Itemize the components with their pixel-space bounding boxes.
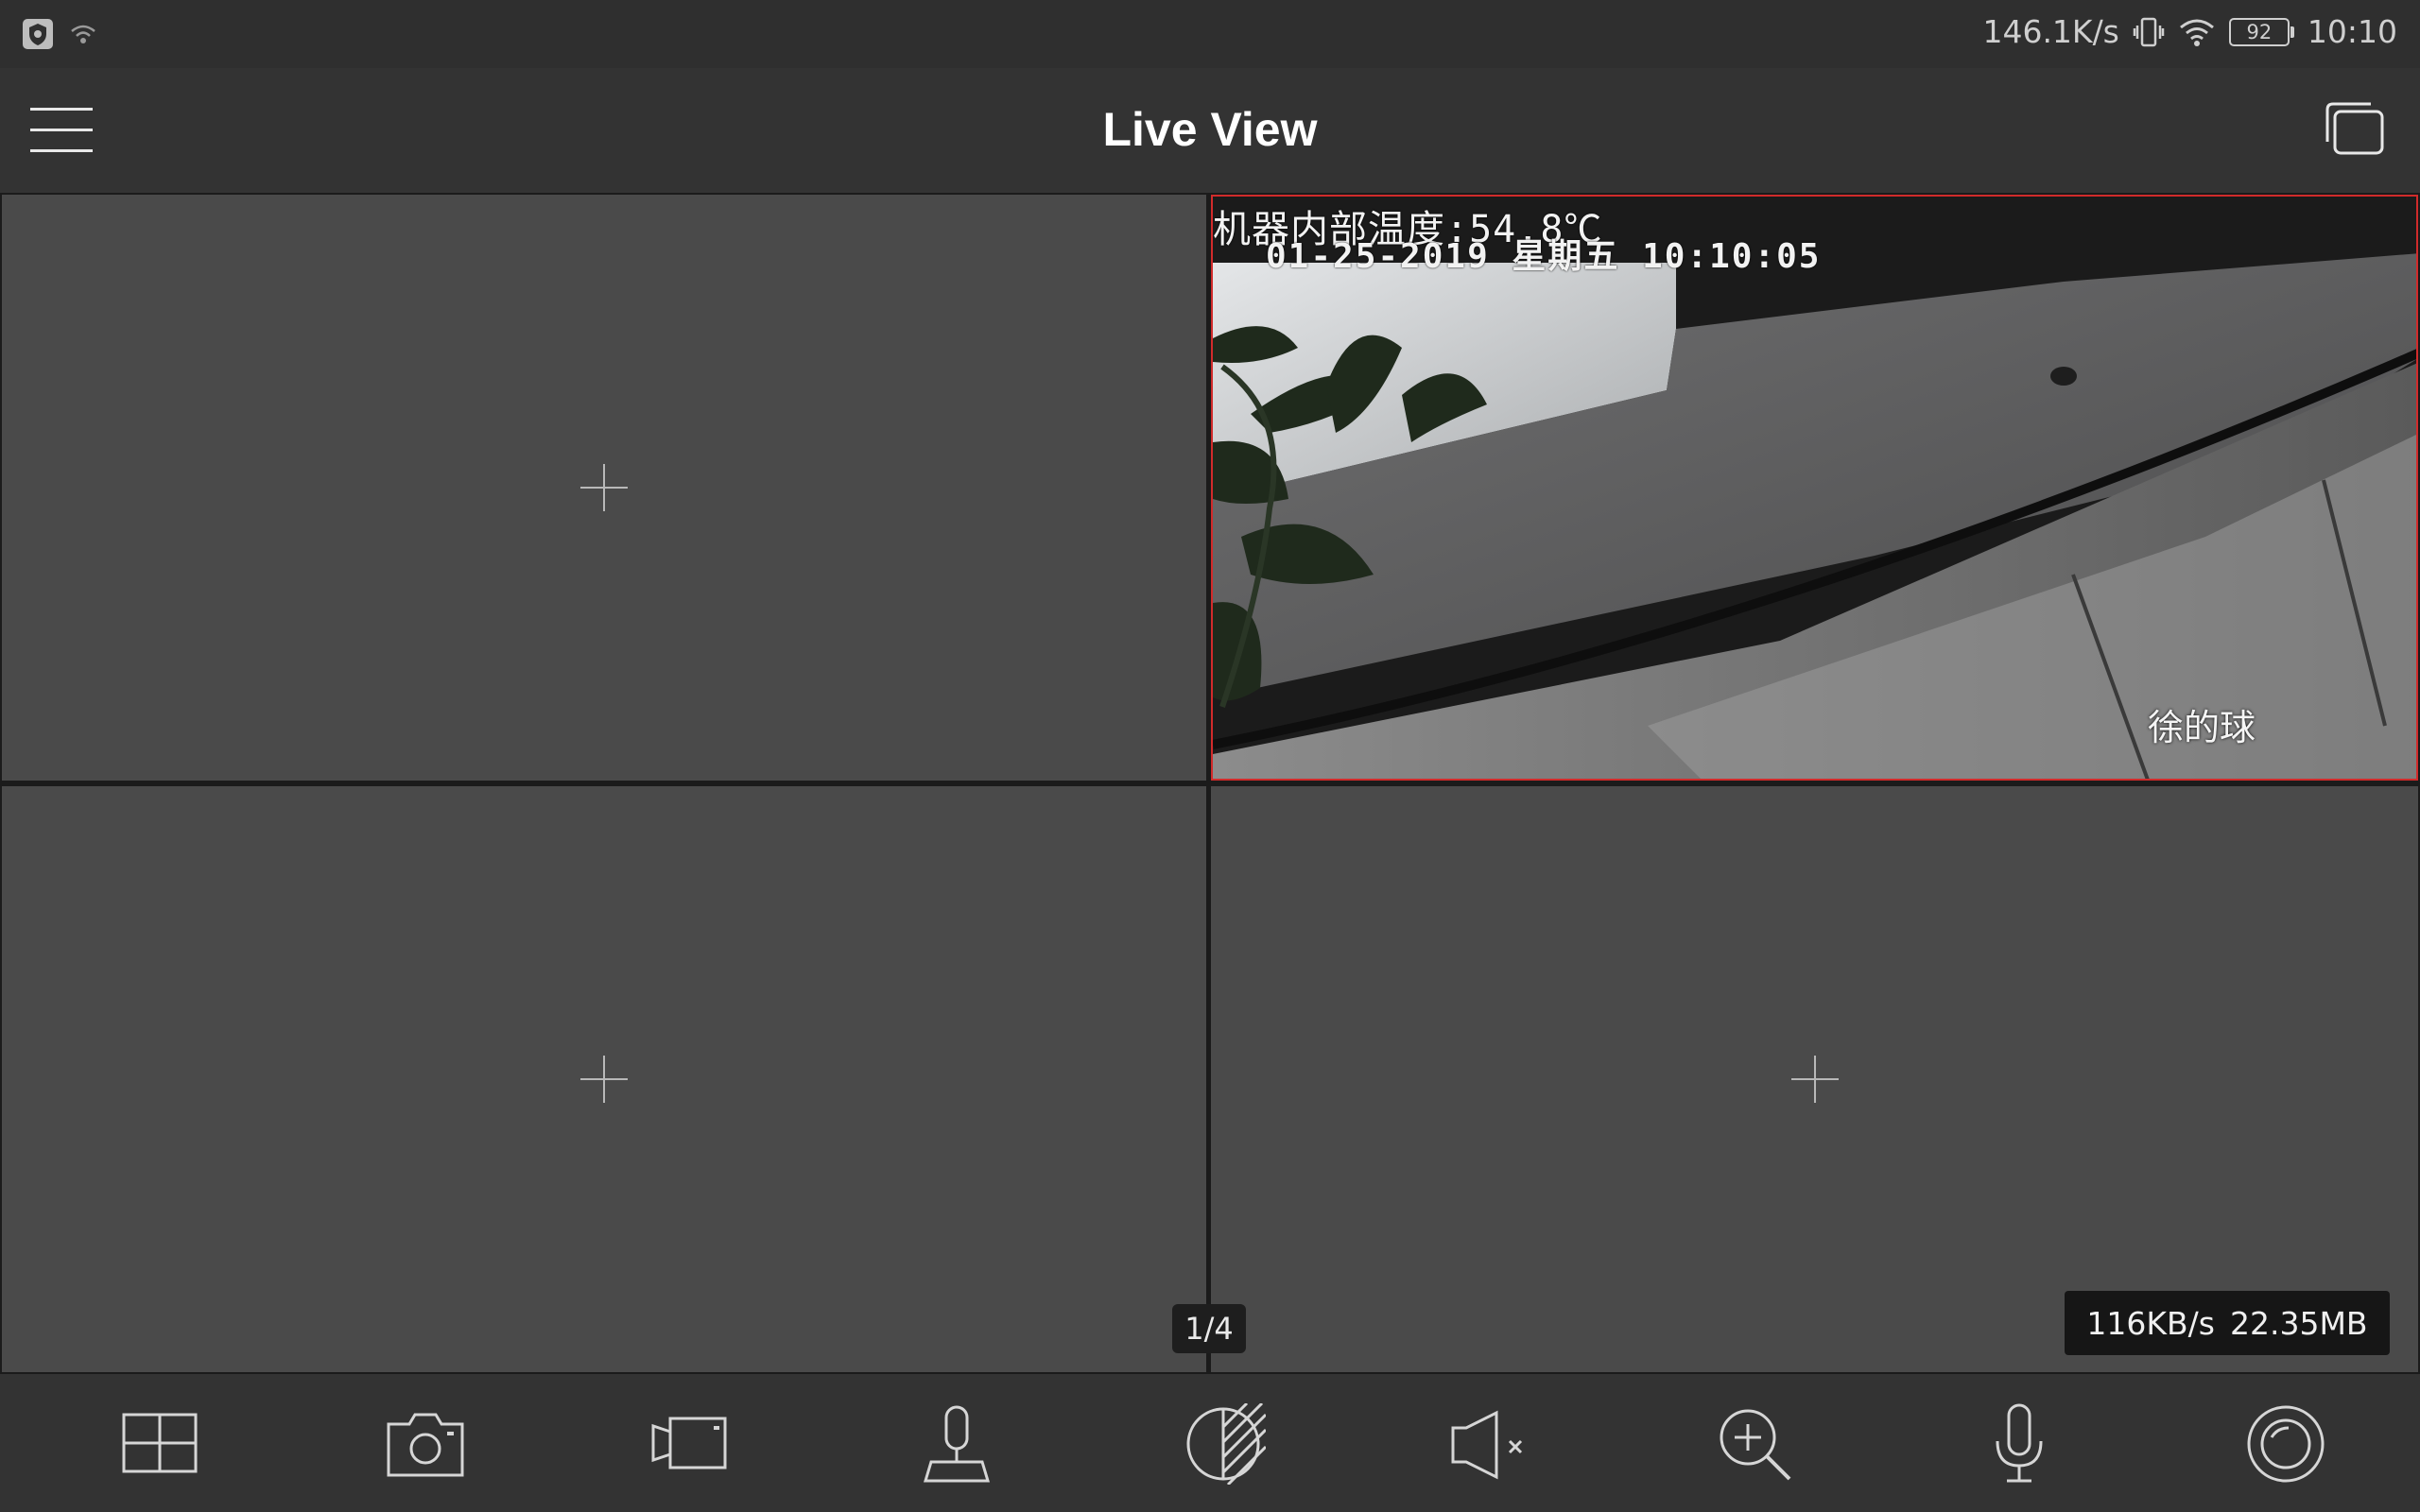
window-switch-button[interactable] (2322, 98, 2388, 159)
app-bar: Live View (0, 68, 2420, 193)
digital-zoom-button[interactable] (1709, 1402, 1800, 1486)
snapshot-camera-icon (387, 1413, 464, 1477)
data-total: 22.35MB (2229, 1304, 2368, 1342)
vibrate-icon (2133, 17, 2165, 46)
fisheye-icon (2247, 1405, 2325, 1483)
view-pane-4[interactable] (1211, 786, 2418, 1372)
view-pane-3[interactable] (2, 786, 1206, 1372)
battery-icon: 92 (2228, 17, 2294, 46)
stream-stats: 116KB/s 22.35MB (2065, 1291, 2390, 1355)
two-way-talk-microphone-icon (1996, 1403, 2043, 1483)
osd-datetime: 01-25-2019 星期五 10:10:05 (1266, 237, 1822, 276)
add-channel-icon[interactable] (579, 462, 630, 513)
page-indicator: 1/4 (1172, 1304, 1246, 1353)
stream-rate: 116KB/s (2086, 1304, 2215, 1342)
add-channel-icon[interactable] (1789, 1054, 1841, 1105)
add-channel-icon[interactable] (579, 1054, 630, 1105)
digital-zoom-icon (1720, 1409, 1791, 1481)
audio-button[interactable] (1444, 1402, 1535, 1486)
wifi-icon (2179, 19, 2214, 46)
view-pane-1[interactable] (2, 195, 1206, 781)
clock: 10:10 (2307, 13, 2397, 50)
status-bar-right: 146.1K/s 92 10:10 (1982, 13, 2397, 50)
window-switch-icon (2325, 102, 2384, 155)
live-view-grid: 机器内部温度:54.8℃ 01-25-2019 星期五 10:10:05 徐的球 (0, 193, 2420, 1374)
camera-name: 徐的球 (2147, 707, 2256, 748)
status-bar-left (21, 17, 98, 51)
snapshot-button[interactable] (380, 1402, 471, 1486)
record-video-icon (651, 1417, 727, 1469)
shield-app-icon (23, 19, 53, 49)
bottom-toolbar (0, 1374, 2420, 1512)
network-speed: 146.1K/s (1982, 13, 2119, 50)
battery-level: 92 (2228, 17, 2290, 46)
view-pane-2-selected[interactable]: 机器内部温度:54.8℃ 01-25-2019 星期五 10:10:05 徐的球 (1211, 195, 2418, 781)
audio-mute-icon (1451, 1410, 1523, 1480)
image-quality-button[interactable] (1178, 1402, 1269, 1486)
ptz-button[interactable] (911, 1402, 1002, 1486)
camera-video-feed (1213, 197, 2416, 779)
ptz-joystick-icon (923, 1405, 991, 1483)
record-button[interactable] (645, 1402, 735, 1486)
layout-grid-icon (122, 1413, 198, 1473)
wifi-hotspot-icon (71, 25, 95, 43)
image-quality-icon (1186, 1403, 1266, 1485)
status-bar: 146.1K/s 92 10:10 (0, 0, 2420, 68)
page-title: Live View (1102, 103, 1318, 156)
fisheye-button[interactable] (2240, 1402, 2331, 1486)
layout-button[interactable] (113, 1402, 204, 1486)
talk-button[interactable] (1974, 1402, 2065, 1486)
